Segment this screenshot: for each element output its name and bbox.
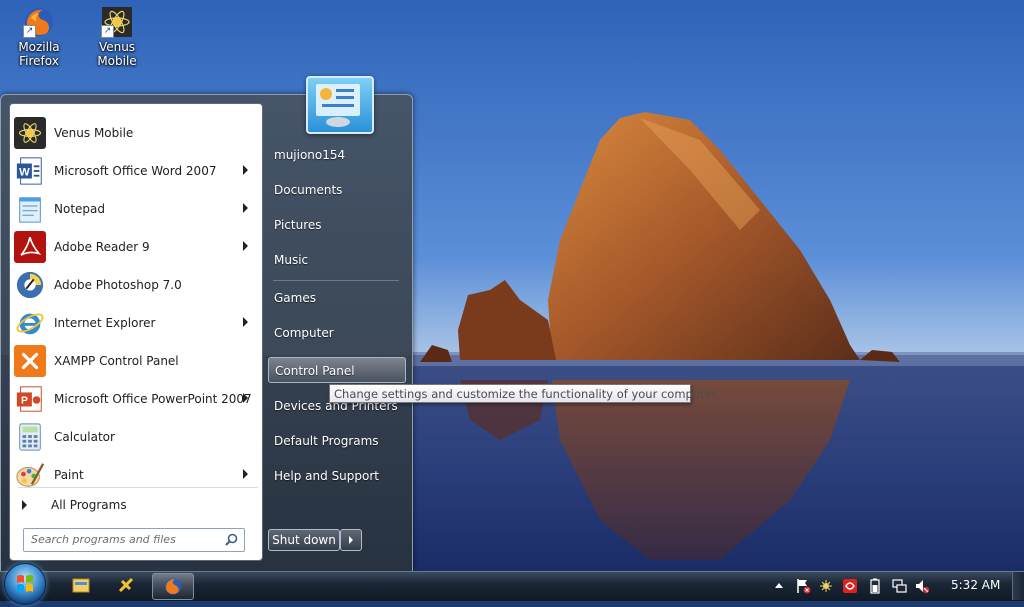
submenu-arrow-icon[interactable] xyxy=(243,469,248,479)
shortcut-arrow-icon: ↗ xyxy=(23,25,36,38)
right-item-pictures[interactable]: Pictures xyxy=(268,212,406,238)
program-label: Notepad xyxy=(54,202,105,216)
control-panel-icon xyxy=(316,84,360,127)
svg-text:P: P xyxy=(21,396,28,407)
search-icon[interactable] xyxy=(225,533,238,549)
program-venus-mobile[interactable]: Venus Mobile xyxy=(12,115,260,151)
explorer-icon xyxy=(72,578,90,593)
program-label: Paint xyxy=(54,468,84,482)
venus-mobile-icon xyxy=(14,117,46,149)
right-item-default-programs[interactable]: Default Programs xyxy=(268,428,406,454)
firefox-icon xyxy=(165,578,181,595)
desktop-icon-label: Mozilla xyxy=(18,40,60,54)
desktop-icon-venus-mobile[interactable]: ↗ Venus Mobile xyxy=(81,6,153,68)
program-internet-explorer[interactable]: Internet Explorer xyxy=(12,305,260,341)
adobe-reader-icon xyxy=(14,231,46,263)
venus-mobile-icon xyxy=(118,577,134,593)
program-adobe-reader[interactable]: Adobe Reader 9 xyxy=(12,229,260,265)
taskbar-venus-mobile[interactable] xyxy=(106,573,146,598)
submenu-arrow-icon[interactable] xyxy=(243,165,248,175)
shutdown-button[interactable]: Shut down xyxy=(268,529,340,551)
program-label: Microsoft Office Word 2007 xyxy=(54,164,217,178)
start-menu: Venus Mobile W Microsoft Office Word 200… xyxy=(0,76,413,574)
calculator-icon xyxy=(14,421,46,453)
shortcut-arrow-icon: ↗ xyxy=(101,25,114,38)
separator xyxy=(18,487,258,488)
start-button[interactable] xyxy=(4,563,46,605)
show-desktop-button[interactable] xyxy=(1012,572,1024,600)
user-picture[interactable] xyxy=(306,76,374,134)
all-programs-label: All Programs xyxy=(51,498,127,512)
submenu-arrow-icon[interactable] xyxy=(243,241,248,251)
program-label: Calculator xyxy=(54,430,115,444)
search-input[interactable] xyxy=(24,529,221,549)
right-item-control-panel[interactable]: Control Panel xyxy=(268,357,406,383)
antivirus-icon[interactable] xyxy=(842,577,858,595)
svg-text:W: W xyxy=(19,167,30,179)
venus-mobile-icon: ↗ xyxy=(101,6,133,38)
all-programs-button[interactable]: All Programs xyxy=(12,494,260,516)
clock[interactable]: 5:32 AM xyxy=(951,578,1000,592)
program-calculator[interactable]: Calculator xyxy=(12,419,260,455)
shutdown-options-button[interactable] xyxy=(340,529,362,551)
separator xyxy=(273,280,399,281)
network-icon[interactable] xyxy=(891,577,907,595)
program-label: Venus Mobile xyxy=(54,126,134,140)
battery-icon[interactable] xyxy=(867,577,883,595)
windows-logo-icon xyxy=(17,575,33,592)
notepad-icon xyxy=(14,193,46,225)
submenu-arrow-icon[interactable] xyxy=(243,203,248,213)
right-item-help-support[interactable]: Help and Support xyxy=(268,463,406,489)
program-label: Microsoft Office PowerPoint 2007 xyxy=(54,392,252,406)
right-item-games[interactable]: Games xyxy=(268,285,406,311)
expand-arrow-icon xyxy=(22,500,27,510)
right-item-music[interactable]: Music xyxy=(268,247,406,273)
program-notepad[interactable]: Notepad xyxy=(12,191,260,227)
firefox-icon: ↗ xyxy=(23,6,55,38)
volume-muted-icon[interactable] xyxy=(914,577,930,595)
right-item-documents[interactable]: Documents xyxy=(268,177,406,203)
desktop-icon-firefox[interactable]: ↗ Mozilla Firefox xyxy=(3,6,75,68)
photoshop-icon xyxy=(14,269,46,301)
tooltip: Change settings and customize the functi… xyxy=(329,384,719,403)
program-xampp[interactable]: XAMPP Control Panel xyxy=(12,343,260,379)
program-label: Adobe Photoshop 7.0 xyxy=(54,278,182,292)
program-word[interactable]: W Microsoft Office Word 2007 xyxy=(12,153,260,189)
taskbar-explorer[interactable] xyxy=(61,573,101,598)
program-powerpoint[interactable]: P Microsoft Office PowerPoint 2007 xyxy=(12,381,260,417)
desktop-icon-label: Firefox xyxy=(19,54,59,68)
submenu-arrow-icon[interactable] xyxy=(243,317,248,327)
right-item-user[interactable]: mujiono154 xyxy=(268,142,406,168)
search-box[interactable] xyxy=(23,528,245,552)
desktop-icon-label: Venus Mobile xyxy=(97,40,137,68)
show-hidden-icons[interactable] xyxy=(771,577,787,595)
program-label: Internet Explorer xyxy=(54,316,156,330)
powerpoint-icon: P xyxy=(14,383,46,415)
action-center-icon[interactable] xyxy=(795,577,811,595)
program-photoshop[interactable]: Adobe Photoshop 7.0 xyxy=(12,267,260,303)
internet-explorer-icon xyxy=(14,307,46,339)
program-label: Adobe Reader 9 xyxy=(54,240,150,254)
word-icon: W xyxy=(14,155,46,187)
right-item-computer[interactable]: Computer xyxy=(268,320,406,346)
taskbar-firefox[interactable] xyxy=(152,573,194,600)
venus-tray-icon[interactable] xyxy=(818,577,834,595)
programs-pane: Venus Mobile W Microsoft Office Word 200… xyxy=(9,103,263,561)
program-label: XAMPP Control Panel xyxy=(54,354,179,368)
xampp-icon xyxy=(14,345,46,377)
submenu-arrow-icon[interactable] xyxy=(243,393,248,403)
